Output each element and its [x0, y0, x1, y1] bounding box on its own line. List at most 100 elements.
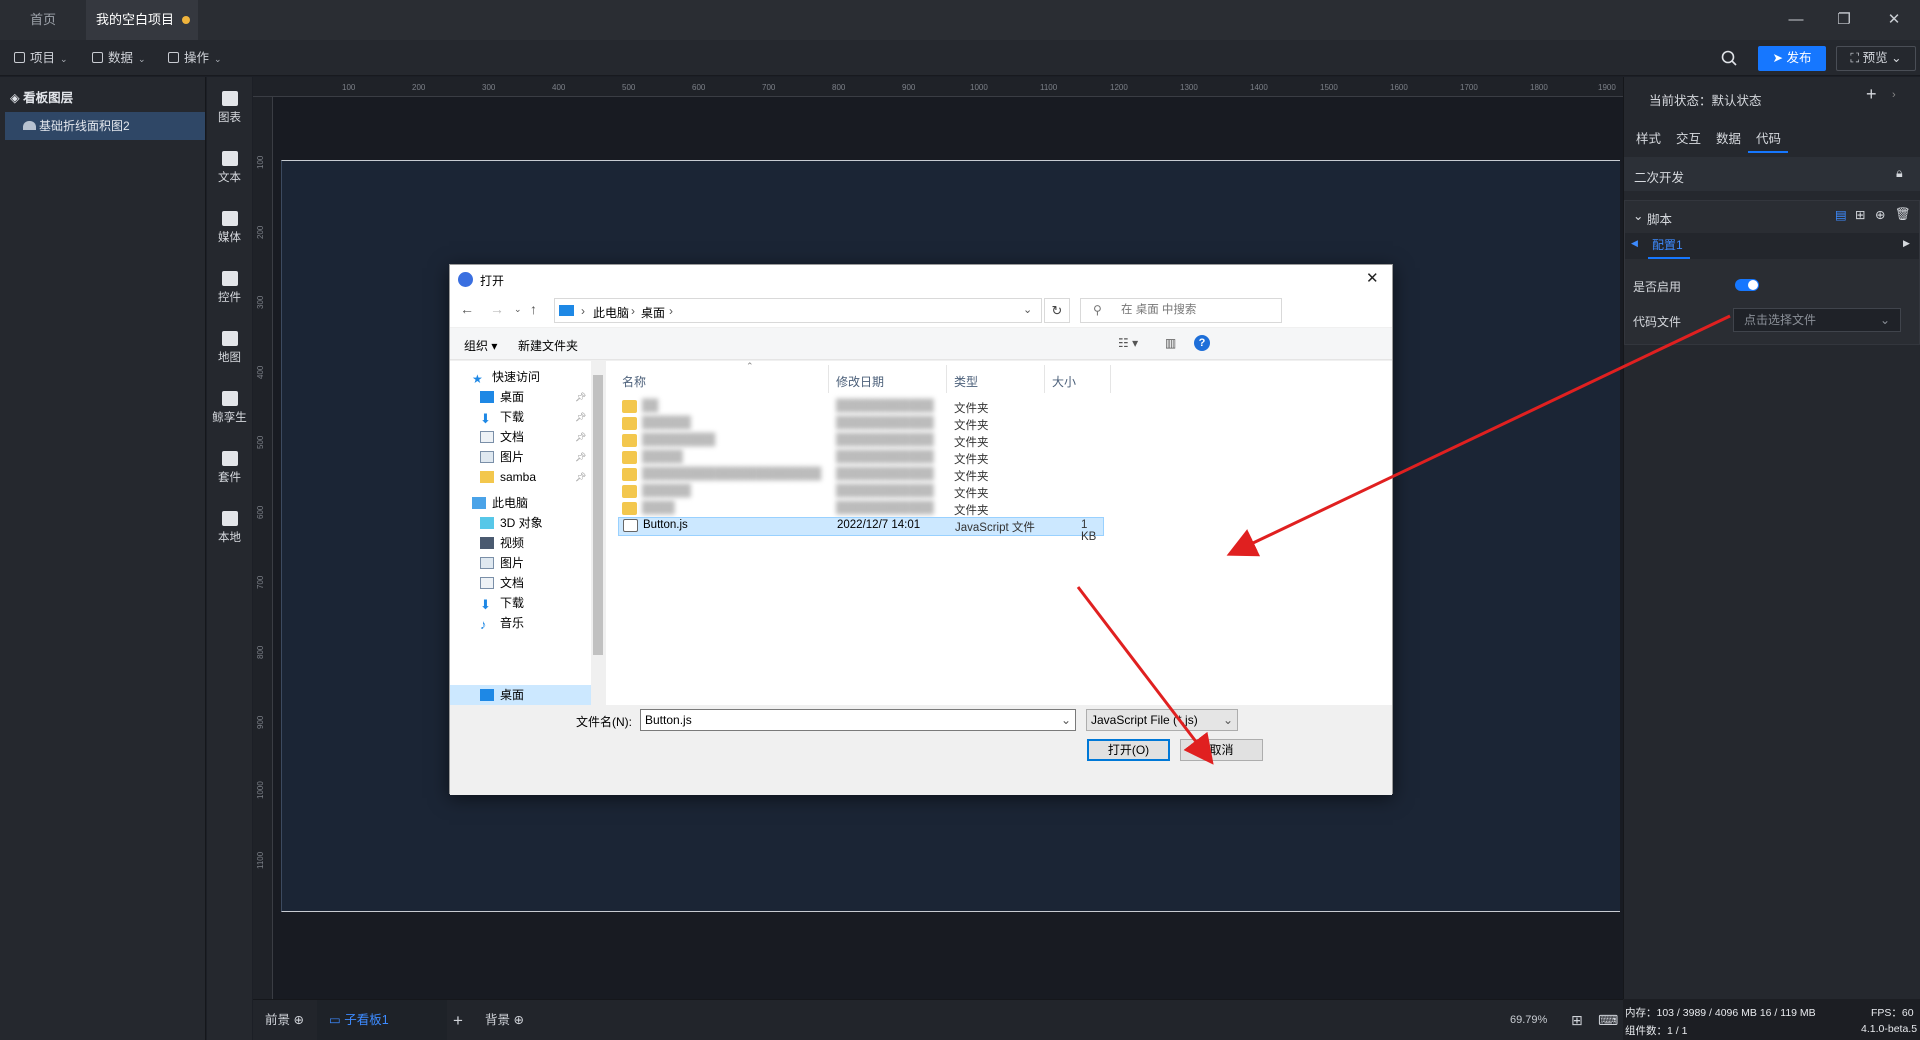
- list-item[interactable]: ██████████████████████ ████████████ 文件夹: [618, 467, 1104, 484]
- ruler-tick: 500: [622, 83, 636, 92]
- menu-data[interactable]: 数据 ⌄: [92, 40, 146, 76]
- chevron-down-icon[interactable]: ⌄: [1061, 710, 1071, 730]
- nav-desktop-pc[interactable]: 桌面: [480, 685, 524, 705]
- ruler-tick: 100: [256, 155, 265, 169]
- list-item[interactable]: █████ ████████████ 文件夹: [618, 450, 1104, 467]
- back-layer-tab[interactable]: 背景 ⊕: [485, 1000, 524, 1040]
- add-circle-icon[interactable]: ⊕: [510, 1013, 523, 1027]
- nav-videos[interactable]: 视频: [480, 533, 524, 553]
- nav-music[interactable]: ♪ 音乐: [480, 613, 524, 633]
- component-chart[interactable]: 图表: [207, 91, 252, 125]
- tab-code[interactable]: 代码: [1756, 128, 1781, 147]
- preview-pane-icon[interactable]: ▥: [1165, 336, 1176, 350]
- refresh-icon[interactable]: ↻: [1044, 298, 1070, 323]
- keyboard-icon[interactable]: ⌨: [1598, 1000, 1618, 1040]
- list-item[interactable]: ██████ ████████████ 文件夹: [618, 416, 1104, 433]
- nav-samba[interactable]: samba: [480, 467, 536, 487]
- add-circle-icon[interactable]: ⊕: [290, 1013, 303, 1027]
- layer-item[interactable]: 基础折线面积图2: [5, 112, 205, 140]
- nav-pictures[interactable]: 图片: [480, 447, 524, 467]
- address-bar[interactable]: › 此电脑 › 桌面 › ⌄: [554, 298, 1042, 323]
- forward-arrow-icon[interactable]: →: [490, 301, 504, 317]
- breadcrumb-sep: ›: [581, 304, 585, 318]
- new-folder-button[interactable]: 新建文件夹: [518, 337, 578, 354]
- nav-3d-objects[interactable]: 3D 对象: [480, 513, 543, 533]
- view-options-icon[interactable]: ☷ ▾: [1118, 336, 1138, 350]
- fit-screen-icon[interactable]: ⊞: [1571, 1000, 1583, 1040]
- component-kit[interactable]: 套件: [207, 451, 252, 485]
- next-icon[interactable]: ▶: [1903, 238, 1910, 249]
- component-twin[interactable]: 鲸孪生: [207, 391, 252, 425]
- recent-chevron-icon[interactable]: ⌄: [514, 304, 522, 315]
- close-icon[interactable]: ✕: [1884, 10, 1904, 30]
- publish-button[interactable]: ➤ 发布: [1758, 46, 1826, 71]
- code-file-select[interactable]: 点击选择文件 ⌄: [1733, 308, 1901, 332]
- prev-icon[interactable]: ◀: [1631, 238, 1638, 249]
- list-item-button-js[interactable]: Button.js 2022/12/7 14:01 JavaScript 文件 1 K…: [618, 517, 1104, 543]
- restore-icon[interactable]: ❐: [1834, 10, 1854, 30]
- col-size[interactable]: 大小: [1052, 373, 1076, 390]
- component-local[interactable]: 本地: [207, 511, 252, 545]
- menu-project[interactable]: 项目 ⌄: [14, 40, 68, 76]
- filename-input[interactable]: Button.js ⌄: [640, 709, 1076, 731]
- add-state-icon[interactable]: +: [1866, 84, 1877, 105]
- nav-this-pc[interactable]: 此电脑: [472, 493, 528, 513]
- search-icon[interactable]: [1721, 50, 1737, 66]
- minimize-icon[interactable]: —: [1786, 10, 1806, 30]
- up-arrow-icon[interactable]: ↑: [530, 301, 537, 317]
- component-map[interactable]: 地图: [207, 331, 252, 365]
- breadcrumb-this-pc[interactable]: 此电脑: [593, 304, 629, 321]
- col-date[interactable]: 修改日期: [836, 373, 884, 390]
- tab-data[interactable]: 数据: [1716, 128, 1741, 147]
- file-type-filter[interactable]: JavaScript File (*.js) ⌄: [1086, 709, 1238, 731]
- tab-interact[interactable]: 交互: [1676, 128, 1701, 147]
- back-arrow-icon[interactable]: ←: [460, 301, 474, 317]
- ruler-tick: 300: [256, 295, 265, 309]
- front-layer-tab[interactable]: 前景 ⊕: [265, 1000, 304, 1040]
- nav-scroll-thumb[interactable]: [593, 375, 603, 655]
- nav-documents-pc[interactable]: 文档: [480, 573, 524, 593]
- tab-style[interactable]: 样式: [1636, 128, 1661, 147]
- list-item[interactable]: ██████ ████████████ 文件夹: [618, 484, 1104, 501]
- add-board-icon[interactable]: +: [453, 1000, 463, 1040]
- nav-desktop[interactable]: 桌面: [480, 387, 524, 407]
- collapse-icon[interactable]: ⌄: [1633, 208, 1643, 223]
- component-control[interactable]: 控件: [207, 271, 252, 305]
- help-icon[interactable]: ?: [1194, 335, 1210, 351]
- board-tab[interactable]: ▭ 子看板1: [317, 1000, 447, 1040]
- col-type[interactable]: 类型: [954, 373, 978, 390]
- close-icon[interactable]: ✕: [1366, 269, 1379, 287]
- table-icon[interactable]: ⊞: [1855, 207, 1865, 222]
- lock-icon[interactable]: 🔒︎: [1896, 166, 1903, 181]
- chevron-down-icon[interactable]: ⌄: [1023, 303, 1032, 316]
- address-row: ← → ⌄ ↑ › 此电脑 › 桌面 › ⌄ ↻ ⚲ 在 桌面 中搜索: [450, 293, 1392, 327]
- ruler-tick: 1500: [1320, 83, 1338, 92]
- nav-label: 音乐: [500, 616, 525, 630]
- nav-pictures-pc[interactable]: 图片: [480, 553, 524, 573]
- pc-icon: [472, 497, 486, 509]
- component-media[interactable]: 媒体: [207, 211, 252, 245]
- trash-icon[interactable]: 🗑︎: [1895, 207, 1911, 222]
- menu-operate[interactable]: 操作 ⌄: [168, 40, 222, 76]
- layout-icon[interactable]: ▤: [1835, 207, 1847, 222]
- tab-home[interactable]: 首页: [0, 0, 86, 40]
- open-button[interactable]: 打开(O): [1087, 739, 1170, 761]
- breadcrumb-desktop[interactable]: 桌面: [641, 304, 665, 321]
- dialog-search-input[interactable]: ⚲ 在 桌面 中搜索: [1080, 298, 1282, 323]
- nav-downloads[interactable]: ⬇ 下载: [480, 407, 524, 427]
- cancel-button[interactable]: 取消: [1180, 739, 1263, 761]
- add-icon[interactable]: ⊕: [1875, 207, 1885, 222]
- nav-downloads-pc[interactable]: ⬇ 下载: [480, 593, 524, 613]
- list-item[interactable]: █████████ ████████████ 文件夹: [618, 433, 1104, 450]
- nav-quick-access[interactable]: ★ 快速访问: [472, 367, 540, 387]
- organize-button[interactable]: 组织 ▾: [464, 337, 497, 354]
- chevron-right-icon[interactable]: ›: [1892, 89, 1896, 101]
- config-tab[interactable]: 配置1: [1652, 236, 1683, 253]
- col-name[interactable]: 名称: [622, 373, 646, 390]
- component-text[interactable]: 文本: [207, 151, 252, 185]
- preview-button[interactable]: ⛶ 预览 ⌄: [1836, 46, 1916, 71]
- list-item[interactable]: ████ ████████████ 文件夹: [618, 501, 1104, 518]
- version: 4.1.0-beta.5: [1861, 1023, 1918, 1035]
- nav-documents[interactable]: 文档: [480, 427, 524, 447]
- list-item[interactable]: ██ ████████████ 文件夹: [618, 399, 1104, 416]
